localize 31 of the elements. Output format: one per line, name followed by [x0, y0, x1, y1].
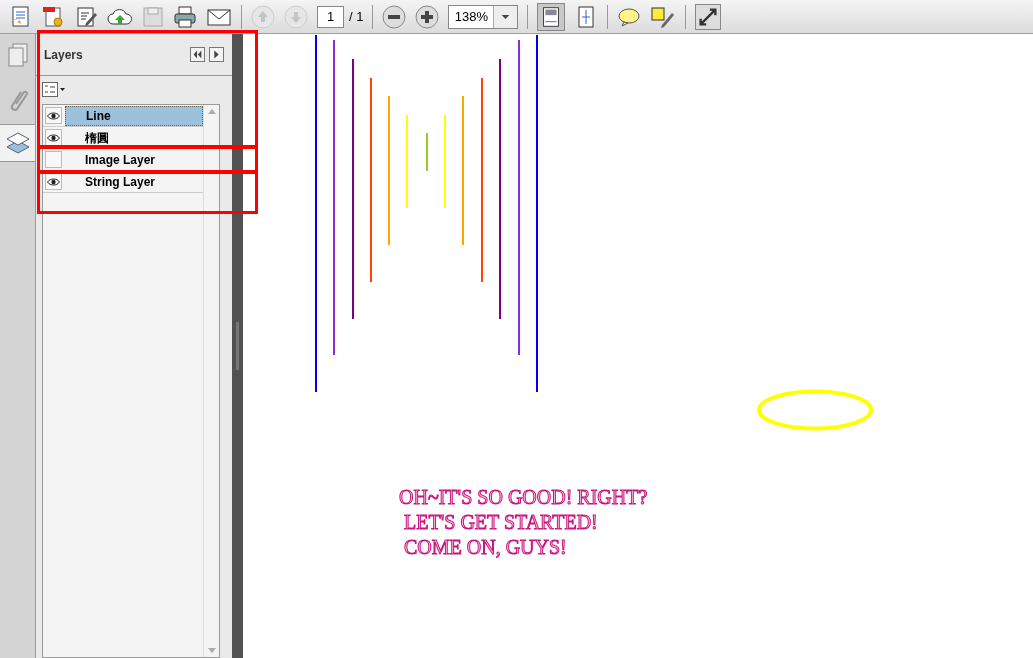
visibility-toggle[interactable] [45, 151, 62, 168]
zoom-out-icon[interactable] [382, 4, 407, 29]
page-number-field[interactable]: 1 [317, 5, 344, 28]
comment-icon[interactable] [617, 5, 642, 28]
eye-icon [47, 133, 60, 142]
layers-icon [4, 131, 31, 155]
outlined-text: OH~IT'S SO GOOD! RIGHT? [399, 485, 648, 510]
document-gear-icon[interactable] [41, 4, 65, 29]
outlined-text: LET'S GET STARTED! [403, 510, 599, 535]
layer-item[interactable]: Image Layer [65, 149, 203, 170]
zoom-dropdown[interactable]: 138% [448, 4, 519, 29]
panel-title: Layers [44, 46, 84, 64]
eye-icon [47, 111, 60, 120]
caret-icon[interactable] [493, 5, 518, 28]
visibility-toggle[interactable] [45, 107, 62, 124]
outlined-text: COME ON, GUYS! [403, 535, 568, 560]
full-screen-icon[interactable] [695, 3, 722, 30]
layer-item[interactable]: Line [65, 105, 203, 126]
expand-icon[interactable] [209, 47, 224, 62]
zoom-in-icon[interactable] [415, 4, 440, 29]
layers-tab[interactable] [0, 124, 35, 162]
fit-page-icon[interactable] [537, 2, 566, 31]
print-icon[interactable] [173, 4, 197, 29]
layer-item[interactable]: 楕圓 [65, 127, 203, 148]
eye-icon [47, 177, 60, 186]
highlight-pen-icon[interactable] [650, 4, 677, 29]
layer-item[interactable]: String Layer [65, 171, 203, 192]
edit-document-icon[interactable] [74, 4, 98, 29]
collapse-icon[interactable] [190, 47, 205, 62]
page-total: / 1 [349, 7, 364, 26]
options-menu-icon[interactable] [42, 82, 66, 98]
